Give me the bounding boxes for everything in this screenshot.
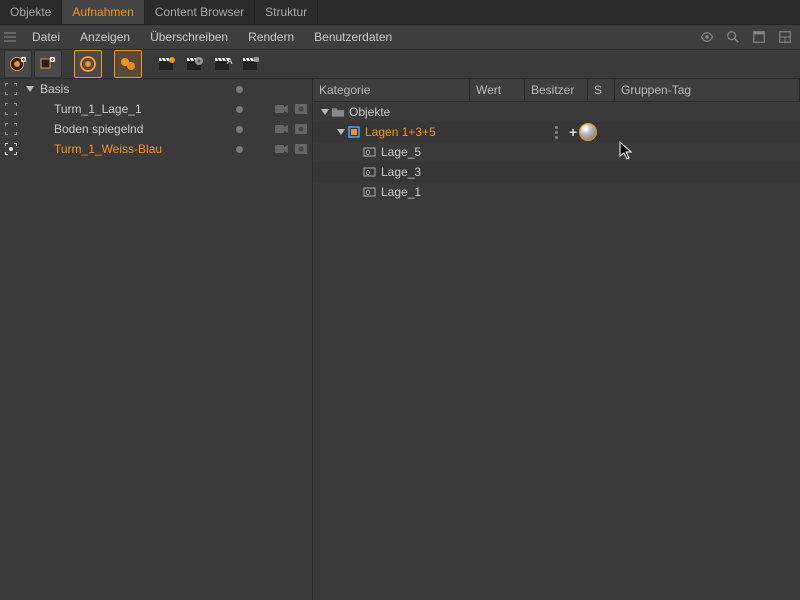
take-label: Basis: [38, 82, 228, 96]
tb-new-take[interactable]: [4, 50, 32, 78]
take-label: Turm_1_Lage_1: [38, 102, 228, 116]
menu-rendern[interactable]: Rendern: [238, 26, 304, 48]
panel-icon[interactable]: [752, 30, 766, 44]
render-icon[interactable]: [292, 103, 312, 115]
tb-auto-take[interactable]: [74, 50, 102, 78]
override-label: Lage_1: [377, 185, 421, 199]
override-label: Objekte: [345, 105, 390, 119]
menu-ueberschreiben[interactable]: Überschreiben: [140, 26, 238, 48]
svg-text:0: 0: [366, 190, 370, 197]
layout-icon[interactable]: [778, 30, 792, 44]
tb-clap-gear[interactable]: [182, 51, 208, 77]
target-icon[interactable]: [0, 82, 22, 96]
layer-icon: 0: [363, 185, 377, 199]
override-label: Lage_3: [377, 165, 421, 179]
visibility-dot-icon[interactable]: [236, 146, 243, 153]
cam-icon[interactable]: [272, 123, 292, 135]
col-kategorie[interactable]: Kategorie: [313, 79, 470, 101]
svg-text:A: A: [227, 57, 233, 66]
main-tabs: Objekte Aufnahmen Content Browser Strukt…: [0, 0, 800, 25]
expander-icon[interactable]: [335, 129, 347, 135]
visibility-dot-icon[interactable]: [236, 126, 243, 133]
material-tag-icon[interactable]: [579, 123, 597, 141]
expander-icon[interactable]: [319, 109, 331, 115]
override-row[interactable]: 0 Lage_1: [313, 182, 800, 202]
more-icon[interactable]: [553, 125, 559, 139]
tb-new-child-take[interactable]: [34, 50, 62, 78]
render-icon[interactable]: [292, 143, 312, 155]
cam-icon[interactable]: [272, 103, 292, 115]
target-icon[interactable]: [0, 102, 22, 116]
tb-clap-a[interactable]: A: [210, 51, 236, 77]
override-header: Kategorie Wert Besitzer S Gruppen-Tag: [313, 79, 800, 102]
col-s[interactable]: S: [588, 79, 615, 101]
col-besitzer[interactable]: Besitzer: [525, 79, 588, 101]
menu-datei[interactable]: Datei: [22, 26, 70, 48]
override-row[interactable]: Objekte: [313, 102, 800, 122]
takes-tree: Basis Turm_1_Lage_1 Boden spiegelnd: [0, 79, 313, 600]
folder-icon: [331, 105, 345, 119]
svg-text:0: 0: [366, 170, 370, 177]
visibility-dot-icon[interactable]: [236, 86, 243, 93]
col-wert[interactable]: Wert: [470, 79, 525, 101]
col-gruppen-tag[interactable]: Gruppen-Tag: [615, 79, 800, 101]
menu-anzeigen[interactable]: Anzeigen: [70, 26, 140, 48]
layer-icon: 0: [363, 145, 377, 159]
tab-content-browser[interactable]: Content Browser: [145, 0, 255, 24]
override-label: Lage_5: [377, 145, 421, 159]
target-active-icon[interactable]: [0, 142, 22, 156]
tab-objekte[interactable]: Objekte: [0, 0, 62, 24]
take-label: Boden spiegelnd: [38, 122, 228, 136]
override-row[interactable]: 0 Lage_5: [313, 142, 800, 162]
tab-aufnahmen[interactable]: Aufnahmen: [62, 0, 144, 24]
drag-grip-icon[interactable]: [4, 28, 16, 46]
take-label: Turm_1_Weiss-Blau: [38, 142, 228, 156]
tb-clap-b[interactable]: [238, 51, 264, 77]
take-row-child[interactable]: Boden spiegelnd: [0, 119, 312, 139]
take-row-child[interactable]: Turm_1_Weiss-Blau: [0, 139, 312, 159]
render-icon[interactable]: [292, 123, 312, 135]
tb-clap-mark[interactable]: [154, 51, 180, 77]
override-panel: Kategorie Wert Besitzer S Gruppen-Tag Ob…: [313, 79, 800, 600]
layer-icon: 0: [363, 165, 377, 179]
override-label: Lagen 1+3+5: [361, 125, 436, 139]
layers-icon: [347, 125, 361, 139]
menubar: Datei Anzeigen Überschreiben Rendern Ben…: [0, 25, 800, 50]
search-icon[interactable]: [726, 30, 740, 44]
target-icon[interactable]: [0, 122, 22, 136]
override-row[interactable]: Lagen 1+3+5 +: [313, 122, 800, 142]
override-row[interactable]: 0 Lage_3: [313, 162, 800, 182]
cam-icon[interactable]: [272, 143, 292, 155]
take-row-basis[interactable]: Basis: [0, 79, 312, 99]
tb-lock-override[interactable]: [114, 50, 142, 78]
expander-icon[interactable]: [22, 86, 38, 92]
tab-struktur[interactable]: Struktur: [255, 0, 318, 24]
svg-text:0: 0: [366, 150, 370, 157]
add-tag-button[interactable]: +: [569, 125, 577, 139]
take-row-child[interactable]: Turm_1_Lage_1: [0, 99, 312, 119]
toolbar: A: [0, 50, 800, 79]
visibility-dot-icon[interactable]: [236, 106, 243, 113]
menu-benutzerdaten[interactable]: Benutzerdaten: [304, 26, 402, 48]
eye-icon[interactable]: [700, 30, 714, 44]
